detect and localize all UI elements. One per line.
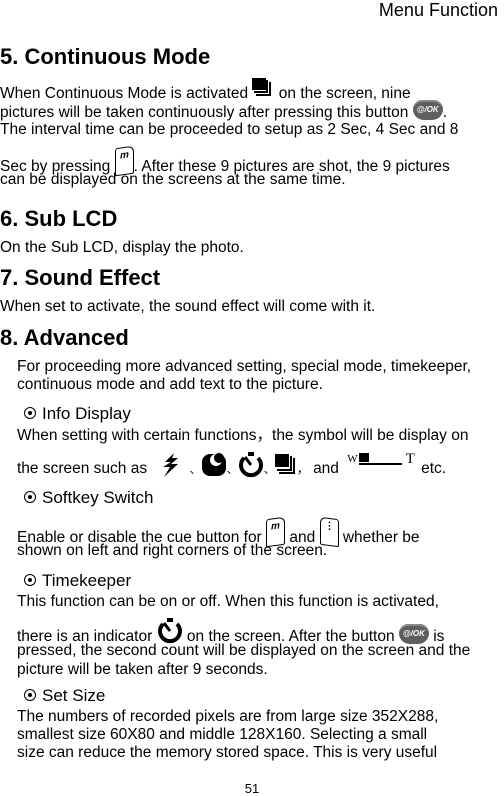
flash-icon	[163, 453, 179, 477]
heading-sub-lcd: 6. Sub LCD	[0, 206, 118, 231]
text: etc.	[421, 460, 447, 478]
set-size-line-3: size can reduce the memory stored space.…	[17, 744, 438, 761]
page-header-title: Menu Function	[378, 0, 498, 20]
advanced-line-1: For proceeding more advanced setting, sp…	[17, 358, 472, 375]
zoom-bar-icon	[358, 453, 402, 466]
continuous-line-3: The interval time can be proceeded to se…	[0, 121, 459, 138]
subheading-timekeeper: Timekeeper	[24, 571, 131, 591]
advanced-line-2: continuous mode and add text to the pict…	[17, 376, 323, 393]
bullet-icon	[24, 406, 36, 419]
ok-camera-button-icon: @/OK	[412, 100, 443, 120]
bullet-icon	[24, 490, 36, 503]
page-number: 51	[244, 781, 260, 796]
softkey-line-2: shown on left and right corners of the s…	[17, 542, 328, 559]
timer-icon	[157, 618, 182, 644]
continuous-line-5: can be displayed on the screens at the s…	[0, 171, 346, 188]
text: Timekeeper	[42, 571, 132, 590]
timer-icon	[238, 452, 263, 478]
continuous-line-1: When Continuous Mode is activated on the…	[0, 78, 411, 104]
text: Info Display	[42, 404, 131, 423]
sound-effect-text: When set to activate, the sound effect w…	[0, 298, 376, 315]
text: 、	[263, 464, 275, 477]
subheading-set-size: Set Size	[24, 686, 105, 706]
text: pictures will be taken continuously afte…	[0, 104, 409, 122]
text: 、	[226, 464, 238, 477]
bullet-icon	[24, 573, 36, 586]
continuous-mode-icon	[274, 454, 295, 474]
zoom-tele-label: T	[405, 451, 415, 468]
text: the screen such as	[17, 460, 148, 478]
timekeeper-line-3: pressed, the second count will be displa…	[17, 642, 471, 659]
continuous-line-2: pictures will be taken continuously afte…	[0, 100, 448, 123]
text: Softkey Switch	[42, 488, 154, 507]
text: on the screen, nine	[278, 85, 411, 103]
subheading-softkey-switch: Softkey Switch	[24, 488, 154, 508]
text: whether be	[342, 529, 420, 547]
timekeeper-line-1: This function can be on or off. When thi…	[17, 593, 439, 610]
text: 、	[189, 464, 201, 477]
zoom-wide-label: W	[347, 453, 358, 466]
info-display-line-2: the screen such as 、 、 、 ， and W T etc.	[17, 451, 447, 482]
set-size-line-2: smallest size 60X80 and middle 128X160. …	[17, 726, 428, 743]
set-size-line-1: The numbers of recorded pixels are from …	[17, 708, 439, 725]
heading-advanced: 8. Advanced	[0, 325, 129, 350]
text: Set Size	[42, 686, 106, 705]
sub-lcd-text: On the Sub LCD, display the photo.	[0, 239, 244, 256]
text: When Continuous Mode is activated	[0, 85, 249, 103]
night-mode-icon	[201, 453, 226, 476]
continuous-mode-icon	[252, 78, 272, 96]
subheading-info-display: Info Display	[24, 404, 131, 424]
bullet-icon	[24, 688, 36, 701]
text: ，	[296, 462, 309, 477]
text: .	[442, 104, 448, 122]
zoom-level-indicator-icon: W T	[347, 451, 415, 478]
heading-sound-effect: 7. Sound Effect	[0, 265, 161, 290]
ok-camera-button-icon: @/OK	[398, 624, 429, 644]
timekeeper-line-4: picture will be taken after 9 seconds.	[17, 661, 268, 678]
heading-continuous-mode: 5. Continuous Mode	[0, 44, 211, 69]
info-display-line-1: When setting with certain functions，the …	[17, 427, 469, 444]
text: and	[313, 460, 339, 478]
